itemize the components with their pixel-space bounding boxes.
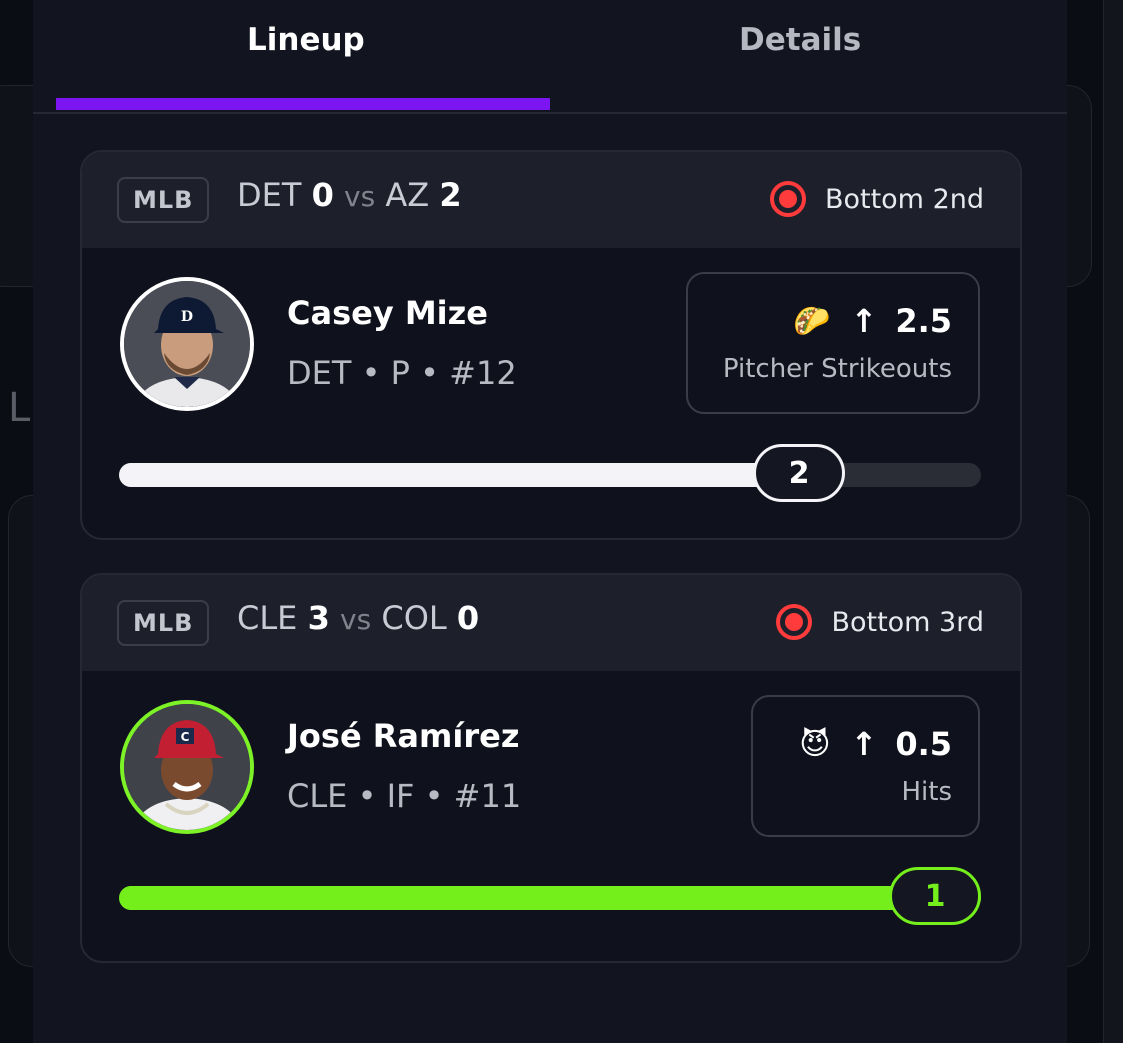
player-name: Casey Mize	[287, 294, 488, 332]
home-team: DET	[237, 176, 302, 214]
prop-stat: Pitcher Strikeouts	[722, 354, 952, 384]
live-icon	[769, 181, 806, 217]
league-badge: MLB	[117, 177, 210, 223]
pick-card[interactable]: MLB DET 0 vs AZ 2 Bottom 2nd D Casey Miz…	[80, 150, 1022, 540]
prop-line: 🌮 ↑ 2.5	[793, 302, 952, 340]
home-score: 0	[311, 176, 334, 214]
prop-value: 2.5	[895, 302, 952, 340]
prop-stat: Hits	[901, 777, 952, 807]
game-status: Bottom 3rd	[775, 603, 984, 641]
background-heading-fragment: L	[8, 385, 31, 431]
prop-value: 0.5	[895, 725, 952, 763]
player-name: José Ramírez	[287, 717, 520, 755]
tab-bar: Lineup Details	[33, 0, 1067, 114]
player-avatar: C	[120, 700, 254, 834]
away-team: AZ	[385, 176, 430, 214]
prop-box: 😈 ↑ 0.5 Hits	[751, 695, 980, 837]
active-tab-indicator	[56, 98, 550, 110]
away-score: 0	[456, 599, 480, 637]
player-meta: CLE • IF • #11	[287, 777, 522, 815]
prop-line: 😈 ↑ 0.5	[799, 725, 952, 763]
game-header: MLB CLE 3 vs COL 0 Bottom 3rd	[82, 575, 1020, 671]
background-right-rail	[1103, 0, 1123, 1043]
progress-fill	[119, 886, 981, 910]
prop-box: 🌮 ↑ 2.5 Pitcher Strikeouts	[686, 272, 980, 414]
vs-label: vs	[344, 180, 376, 213]
player-headshot-icon: C	[124, 704, 250, 830]
vs-label: vs	[340, 603, 372, 636]
game-status: Bottom 2nd	[769, 180, 984, 218]
progress-track: 2	[119, 444, 981, 502]
progress-track: 1	[119, 867, 981, 925]
pick-card[interactable]: MLB CLE 3 vs COL 0 Bottom 3rd C José Ram…	[80, 573, 1022, 963]
player-meta: DET • P • #12	[287, 354, 517, 392]
tab-details[interactable]: Details	[739, 22, 861, 58]
player-avatar: D	[120, 277, 254, 411]
game-header: MLB DET 0 vs AZ 2 Bottom 2nd	[82, 152, 1020, 248]
away-score: 2	[439, 176, 462, 214]
taco-icon: 🌮	[793, 303, 831, 339]
league-badge: MLB	[117, 600, 210, 646]
arrow-up-icon: ↑	[850, 302, 878, 340]
devil-face-icon: 😈	[799, 726, 831, 762]
progress-value-bubble: 2	[753, 444, 845, 502]
inning-label: Bottom 2nd	[824, 183, 984, 215]
away-team: COL	[381, 599, 447, 637]
game-score: CLE 3 vs COL 0	[237, 599, 479, 637]
svg-text:C: C	[181, 730, 190, 744]
tab-lineup[interactable]: Lineup	[247, 22, 365, 58]
lineup-panel: Lineup Details MLB DET 0 vs AZ 2 Bottom …	[33, 0, 1067, 1043]
inning-label: Bottom 3rd	[831, 606, 984, 638]
game-score: DET 0 vs AZ 2	[237, 176, 462, 214]
progress-value-bubble: 1	[889, 867, 981, 925]
arrow-up-icon: ↑	[850, 725, 878, 763]
svg-text:D: D	[181, 309, 193, 325]
home-team: CLE	[237, 599, 298, 637]
live-icon	[776, 604, 813, 640]
progress-fill	[119, 463, 809, 487]
player-headshot-icon: D	[124, 281, 250, 407]
home-score: 3	[307, 599, 330, 637]
